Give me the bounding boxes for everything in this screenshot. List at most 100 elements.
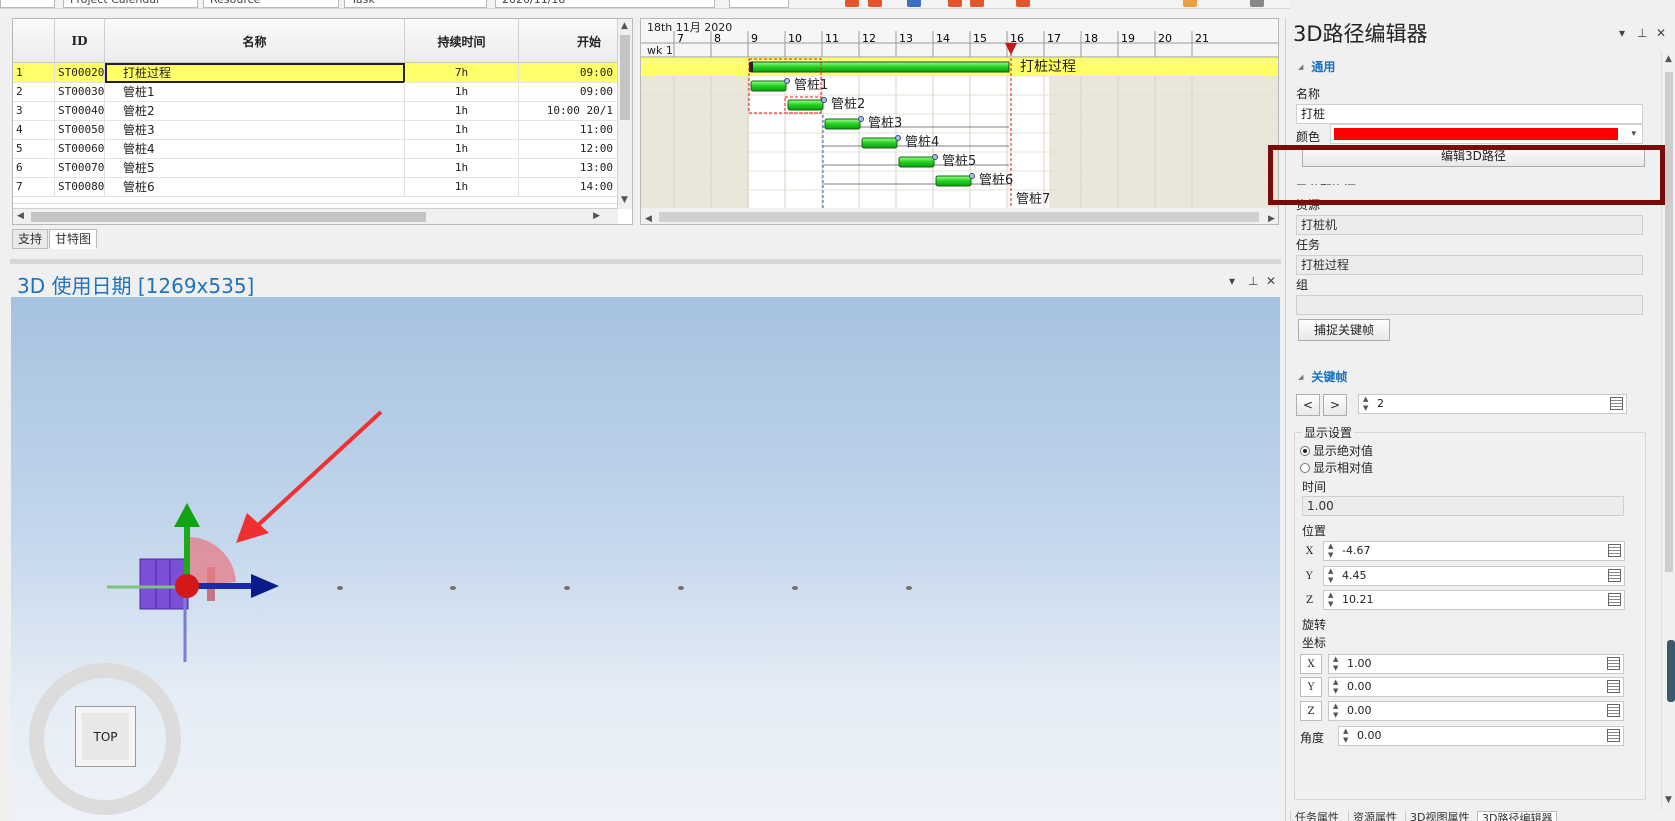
tab-resource-properties[interactable]: 资源属性	[1348, 811, 1401, 821]
calculator-icon[interactable]	[1607, 680, 1620, 693]
panel-dropdown-icon[interactable]: ▾	[1619, 26, 1625, 40]
gantt-task-bar[interactable]	[898, 156, 935, 168]
panel-pin-icon[interactable]: ⊥	[1637, 26, 1647, 40]
task-start-cell[interactable]: 14:00	[519, 177, 618, 197]
task-name-cell[interactable]: 打桩过程	[105, 63, 405, 83]
task-name-cell[interactable]: 管桩1	[105, 82, 405, 102]
angle-spinner[interactable]: ▲ ▼ 0.00	[1338, 726, 1624, 746]
view-cube-top[interactable]: TOP	[75, 706, 136, 767]
table-row[interactable]: 5 ST00060 管桩4 1h 12:00	[13, 139, 618, 159]
dropdown-icon[interactable]: ▾	[1229, 274, 1235, 288]
task-duration-cell[interactable]: 1h	[405, 82, 519, 102]
first-frame-icon[interactable]	[845, 0, 859, 7]
pos-y-spinner[interactable]: ▲ ▼ 4.45	[1323, 566, 1625, 586]
scene-canvas[interactable]	[11, 297, 1280, 821]
task-duration-cell[interactable]: 7h	[405, 63, 519, 83]
gantt-task-bar[interactable]	[750, 80, 787, 92]
table-row[interactable]	[13, 196, 618, 204]
settings-icon[interactable]	[1183, 0, 1197, 7]
tab-3d-path-editor[interactable]: 3D路径编辑器	[1477, 811, 1558, 821]
start-header[interactable]: 开始	[519, 19, 618, 63]
section-general[interactable]: 通用	[1298, 58, 1335, 75]
viewport-3d[interactable]: TOP	[11, 297, 1280, 821]
section-keyframes[interactable]: 关键帧	[1298, 368, 1347, 385]
pin-icon[interactable]: ⊥	[1248, 274, 1258, 288]
calculator-icon[interactable]	[1607, 729, 1620, 742]
task-start-cell[interactable]: 10:00 20/1	[519, 101, 618, 121]
task-id-cell[interactable]: ST00050	[55, 120, 105, 140]
gantt-task-bar[interactable]	[861, 137, 898, 149]
table-row[interactable]: 1 ST00020 打桩过程 7h 09:00	[13, 63, 618, 83]
view-icon[interactable]	[1250, 0, 1264, 7]
task-id-cell[interactable]: ST00070	[55, 158, 105, 178]
grid-vertical-scrollbar[interactable]: ▲ ▼	[617, 19, 632, 209]
task-start-cell[interactable]: 11:00	[519, 120, 618, 140]
tab-task-properties[interactable]: 任务属性	[1290, 811, 1343, 821]
tab-gantt[interactable]: 甘特图	[49, 229, 98, 249]
capture-keyframe-button[interactable]: 捕捉关键帧	[1298, 319, 1390, 341]
name-field[interactable]: 打桩	[1296, 104, 1643, 124]
task-id-cell[interactable]: ST00060	[55, 139, 105, 159]
table-row[interactable]: 4 ST00050 管桩3 1h 11:00	[13, 120, 618, 140]
task-name-cell[interactable]: 管桩3	[105, 120, 405, 140]
rot-x-spinner[interactable]: ▲ ▼ 1.00	[1328, 654, 1624, 674]
task-start-cell[interactable]: 12:00	[519, 139, 618, 159]
task-id-cell[interactable]: ST00080	[55, 177, 105, 197]
task-duration-cell[interactable]: 1h	[405, 177, 519, 197]
calculator-icon[interactable]	[1608, 544, 1621, 557]
task-name-cell[interactable]: 管桩4	[105, 139, 405, 159]
calculator-icon[interactable]	[1608, 569, 1621, 582]
calendar-select[interactable]: Project Calendar	[63, 0, 198, 8]
keyframe-index-spinner[interactable]: ▲ ▼ 2	[1358, 394, 1627, 414]
task-start-cell[interactable]: 13:00	[519, 158, 618, 178]
next-frame-icon[interactable]	[948, 0, 962, 7]
task-select[interactable]: Task	[344, 0, 487, 8]
date-picker[interactable]: 2020/11/18	[495, 0, 715, 8]
task-name-cell[interactable]: 管桩6	[105, 177, 405, 197]
table-row[interactable]: 7 ST00080 管桩6 1h 14:00	[13, 177, 618, 197]
task-start-cell[interactable]: 09:00	[519, 63, 618, 83]
panel-close-icon[interactable]: ✕	[1656, 26, 1666, 40]
task-name-cell[interactable]: 管桩2	[105, 101, 405, 121]
id-header[interactable]: ID	[55, 19, 105, 63]
task-id-cell[interactable]: ST00030	[55, 82, 105, 102]
next-keyframe-button[interactable]: >	[1323, 394, 1347, 416]
calculator-icon[interactable]	[1607, 657, 1620, 670]
duration-header[interactable]: 持续时间	[405, 19, 519, 63]
summary-bar[interactable]	[750, 61, 1010, 73]
close-icon[interactable]: ✕	[1266, 274, 1276, 288]
name-header[interactable]: 名称	[105, 19, 405, 63]
record-icon[interactable]	[1016, 0, 1030, 7]
task-duration-cell[interactable]: 1h	[405, 139, 519, 159]
rot-y-spinner[interactable]: ▲ ▼ 0.00	[1328, 677, 1624, 697]
table-row[interactable]: 3 ST00040 管桩2 1h 10:00 20/1	[13, 101, 618, 121]
prev-frame-icon[interactable]	[868, 0, 882, 7]
table-row[interactable]: 2 ST00030 管桩1 1h 09:00	[13, 82, 618, 102]
gantt-task-bar[interactable]	[824, 118, 861, 130]
task-id-cell[interactable]: ST00020	[55, 63, 105, 83]
radio-absolute[interactable]: 显示绝对值	[1300, 442, 1373, 459]
task-duration-cell[interactable]: 1h	[405, 158, 519, 178]
task-start-cell[interactable]: 09:00	[519, 82, 618, 102]
tab-3d-view-properties[interactable]: 3D视图属性	[1405, 811, 1473, 821]
task-duration-cell[interactable]: 1h	[405, 101, 519, 121]
pos-z-spinner[interactable]: ▲ ▼ 10.21	[1323, 590, 1625, 610]
calculator-icon[interactable]	[1607, 704, 1620, 717]
task-id-cell[interactable]: ST00040	[55, 101, 105, 121]
gantt-canvas[interactable]: 18th 11月 2020 wk 1 7 8 9 10 11 12 13 14 15 16 17 18…	[641, 19, 1279, 225]
gantt-task-bar[interactable]	[935, 175, 972, 187]
calculator-icon[interactable]	[1608, 593, 1621, 606]
last-frame-icon[interactable]	[970, 0, 984, 7]
prev-keyframe-button[interactable]: <	[1296, 394, 1320, 416]
task-duration-cell[interactable]: 1h	[405, 120, 519, 140]
calculator-icon[interactable]	[1610, 397, 1623, 410]
stop-icon[interactable]	[907, 0, 921, 7]
grid-horizontal-scrollbar[interactable]: ◀ ▶	[13, 208, 618, 224]
pos-x-spinner[interactable]: ▲ ▼ -4.67	[1323, 541, 1625, 561]
gantt-chart[interactable]: 18th 11月 2020 wk 1 7 8 9 10 11 12 13 14 15 16 17 18…	[640, 18, 1279, 225]
toolbar-combo[interactable]	[729, 0, 789, 8]
gantt-task-bar[interactable]	[787, 99, 824, 111]
side-panel-handle[interactable]	[1667, 640, 1675, 702]
tab-support[interactable]: 支持	[12, 229, 49, 249]
toolbar-field-blank[interactable]	[0, 0, 55, 8]
